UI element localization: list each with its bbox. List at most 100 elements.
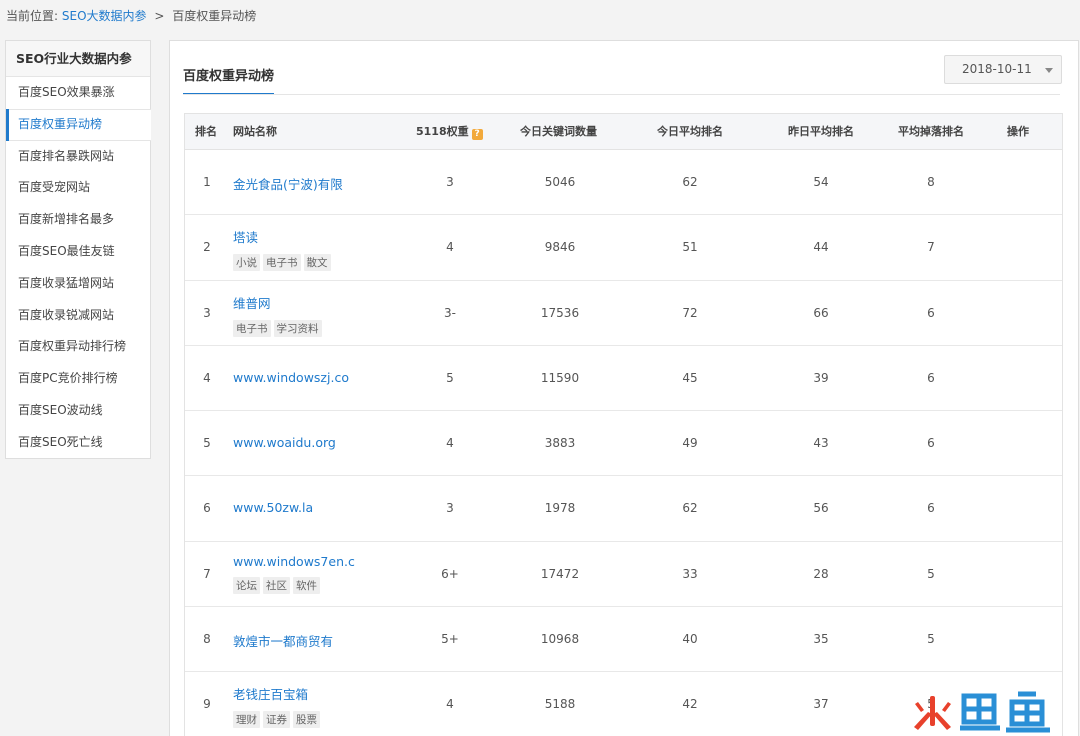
row-yesterday-avg: 66 (813, 305, 829, 320)
row-keywords: 17472 (540, 566, 580, 581)
row-today-avg: 49 (682, 436, 698, 451)
site-tag[interactable]: 软件 (293, 576, 320, 594)
row-rank: 1 (203, 175, 211, 189)
site-tag[interactable]: 散文 (303, 254, 331, 272)
sidebar-item-weight-change[interactable]: 百度权重异动榜 (6, 108, 151, 141)
tab-weight-change[interactable]: 百度权重异动榜 (183, 65, 275, 95)
row-keywords: 1978 (544, 501, 576, 516)
row-avg-drop: 6 (927, 501, 935, 516)
fire-mark (914, 696, 951, 730)
row-keywords: 5046 (544, 175, 576, 189)
row-rank: 5 (203, 436, 211, 451)
table-row: 7 www.windows7en.c 论坛 社区 软件 6+ 17472 33 28… (185, 542, 1062, 608)
header-action: 操作 (1007, 125, 1029, 138)
row-avg-drop: 6 (927, 370, 935, 385)
date-select-value: 2018-10-11 (962, 62, 1032, 76)
row-rank: 3 (203, 305, 211, 320)
site-link[interactable]: www.windows7en.c (233, 554, 355, 569)
header-keywords: 今日关键词数量 (520, 125, 597, 138)
row-today-avg: 40 (682, 632, 698, 647)
header-site: 网站名称 (233, 125, 277, 138)
site-tag[interactable]: 社区 (263, 576, 290, 594)
sidebar-item-best-links[interactable]: 百度SEO最佳友链 (6, 236, 150, 268)
sidebar-item-seo-wave[interactable]: 百度SEO波动线 (6, 395, 150, 427)
sidebar-item-pc-bid-ranking[interactable]: 百度PC竞价排行榜 (6, 363, 150, 395)
row-keywords: 17536 (540, 305, 580, 320)
sidebar-item-favored-sites[interactable]: 百度受宠网站 (6, 172, 150, 204)
site-tag[interactable]: 证券 (263, 711, 290, 729)
row-avg-drop: 5 (927, 566, 935, 581)
row-avg-drop: 6 (927, 436, 935, 451)
watermark-logo (914, 691, 1050, 733)
row-rank: 4 (203, 370, 211, 385)
row-avg-drop: 8 (927, 175, 935, 189)
table-row: 5 www.woaidu.org 4 3883 49 43 6 (185, 411, 1062, 477)
row-weight: 4 (446, 697, 454, 712)
site-tags: 电子书 学习资料 (233, 319, 325, 337)
row-rank: 9 (203, 697, 211, 712)
fish-mark (960, 691, 1050, 733)
breadcrumb-prefix: 当前位置: (6, 9, 59, 23)
header-weight: 5118权重? (416, 114, 483, 150)
sidebar-item-seo-deadline[interactable]: 百度SEO死亡线 (6, 427, 150, 459)
row-site: 金光食品(宁波)有限 (233, 174, 343, 193)
row-weight: 3- (444, 305, 456, 320)
sidebar-item-index-surge[interactable]: 百度收录猛增网站 (6, 268, 150, 300)
date-select[interactable]: 2018-10-11 (944, 55, 1062, 84)
sidebar-item-weight-ranking[interactable]: 百度权重异动排行榜 (6, 331, 150, 363)
breadcrumb-link-seo-data[interactable]: SEO大数据内参 (62, 9, 147, 23)
site-link[interactable]: www.woaidu.org (233, 435, 336, 450)
site-link[interactable]: 老钱庄百宝箱 (233, 687, 308, 702)
header-today-avg: 今日平均排名 (657, 125, 723, 138)
site-tag[interactable]: 论坛 (233, 576, 260, 594)
site-link[interactable]: 塔读 (233, 230, 258, 245)
breadcrumb-separator: > (154, 9, 165, 23)
row-avg-drop: 5 (927, 632, 935, 647)
site-link[interactable]: 敦煌市一都商贸有 (233, 634, 333, 649)
row-rank: 8 (203, 632, 211, 647)
row-yesterday-avg: 43 (813, 436, 829, 451)
site-tags: 小说 电子书 散文 (233, 254, 334, 272)
site-link[interactable]: www.50zw.la (233, 500, 313, 515)
sidebar: SEO行业大数据内参 百度SEO效果暴涨 百度权重异动榜 百度排名暴跌网站 百度… (5, 40, 151, 459)
sidebar-title: SEO行业大数据内参 (6, 41, 150, 77)
row-site: 维普网 电子书 学习资料 (233, 293, 325, 337)
site-tag[interactable]: 理财 (233, 711, 260, 729)
row-keywords: 10968 (540, 632, 580, 647)
site-tags: 理财 证券 股票 (233, 711, 323, 729)
table-header: 排名 网站名称 5118权重? 今日关键词数量 今日平均排名 昨日平均排名 平均… (185, 114, 1062, 150)
sidebar-item-most-new-rankings[interactable]: 百度新增排名最多 (6, 204, 150, 236)
site-tag[interactable]: 学习资料 (273, 319, 322, 337)
tab-divider (183, 94, 1060, 95)
chevron-down-icon (1045, 68, 1053, 73)
row-weight: 5 (446, 370, 454, 385)
sidebar-item-rank-crash[interactable]: 百度排名暴跌网站 (6, 141, 150, 173)
site-tag[interactable]: 电子书 (263, 254, 301, 272)
site-link[interactable]: www.windowszj.co (233, 370, 349, 385)
row-site: 塔读 小说 电子书 散文 (233, 227, 334, 272)
header-weight-label: 5118权重 (416, 125, 469, 138)
row-keywords: 5188 (544, 697, 576, 712)
help-icon[interactable]: ? (471, 129, 483, 140)
row-site: www.woaidu.org (233, 435, 336, 450)
sidebar-item-index-drop[interactable]: 百度收录锐减网站 (6, 300, 150, 332)
row-yesterday-avg: 44 (813, 240, 829, 255)
table-row: 6 www.50zw.la 3 1978 62 56 6 (185, 476, 1062, 542)
site-tag[interactable]: 小说 (233, 254, 260, 272)
row-yesterday-avg: 39 (813, 370, 829, 385)
header-rank: 排名 (195, 125, 217, 138)
row-today-avg: 51 (682, 240, 698, 255)
row-keywords: 3883 (544, 436, 576, 451)
row-yesterday-avg: 35 (813, 632, 829, 647)
sidebar-item-seo-surge[interactable]: 百度SEO效果暴涨 (6, 77, 150, 109)
main-panel: 百度权重异动榜 2018-10-11 排名 网站名称 5118权重? 今日关键词… (169, 40, 1079, 736)
row-site: www.windows7en.c 论坛 社区 软件 (233, 554, 355, 594)
site-tag[interactable]: 股票 (293, 711, 320, 729)
site-link[interactable]: 金光食品(宁波)有限 (233, 177, 343, 192)
row-today-avg: 62 (682, 501, 698, 516)
site-link[interactable]: 维普网 (233, 296, 271, 311)
site-tag[interactable]: 电子书 (233, 319, 271, 337)
row-avg-drop: 7 (927, 240, 935, 255)
header-yesterday-avg: 昨日平均排名 (788, 125, 854, 138)
header-avg-drop: 平均掉落排名 (898, 125, 964, 138)
